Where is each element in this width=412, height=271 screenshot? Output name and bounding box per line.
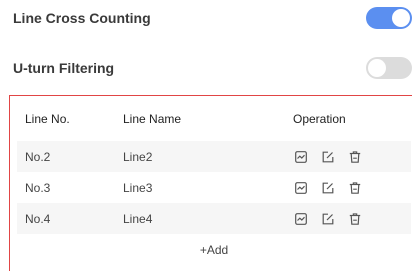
header-line-no: Line No. [25,111,70,126]
line-no-cell: No.3 [25,180,51,195]
toggle-knob [392,9,410,27]
u-turn-filtering-toggle[interactable] [366,57,412,79]
line-cross-counting-row: Line Cross Counting [13,7,412,29]
chart-icon[interactable] [295,212,307,225]
table-row: No.4 Line4 [17,203,411,234]
operation-icons [293,150,411,163]
delete-icon[interactable] [349,181,361,194]
delete-icon[interactable] [349,150,361,163]
line-table: Line No. Line Name Operation No.2 Line2 … [17,96,411,234]
table-row: No.2 Line2 [17,141,411,172]
edit-icon[interactable] [322,182,334,194]
line-table-panel: Line No. Line Name Operation No.2 Line2 … [9,95,412,271]
table-header-row: Line No. Line Name Operation [17,96,411,141]
operation-icons [293,181,411,194]
edit-icon[interactable] [322,213,334,225]
header-line-name: Line Name [123,111,182,126]
delete-icon[interactable] [349,212,361,225]
u-turn-filtering-label: U-turn Filtering [13,60,115,76]
line-no-cell: No.2 [25,149,51,164]
header-operation: Operation [293,111,346,126]
line-name-cell: Line4 [123,211,153,226]
add-row: +Add [17,234,411,266]
chart-icon[interactable] [295,181,307,194]
line-no-cell: No.4 [25,211,51,226]
toggle-knob [368,59,386,77]
line-cross-counting-toggle[interactable] [366,7,412,29]
line-name-cell: Line3 [123,180,153,195]
operation-icons [293,212,411,225]
line-cross-counting-label: Line Cross Counting [13,10,151,26]
u-turn-filtering-row: U-turn Filtering [13,57,412,79]
line-name-cell: Line2 [123,149,153,164]
table-row: No.3 Line3 [17,172,411,203]
edit-icon[interactable] [322,151,334,163]
add-line-button[interactable]: +Add [200,243,228,257]
chart-icon[interactable] [295,150,307,163]
